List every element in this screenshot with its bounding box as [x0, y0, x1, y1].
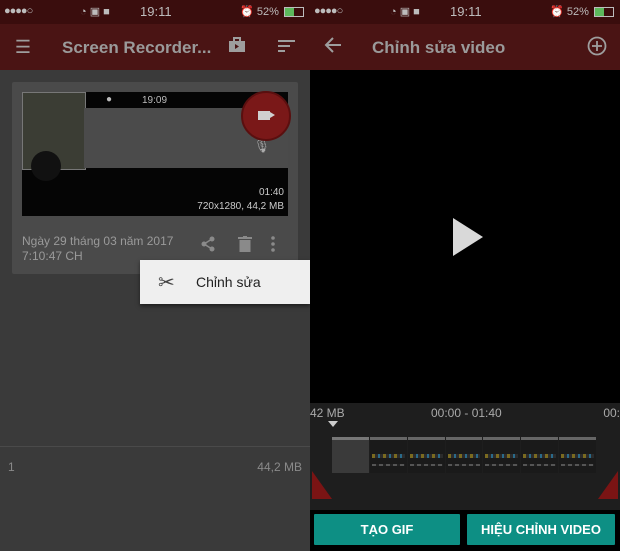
battery-status: ⏰ 52% — [550, 5, 614, 18]
trim-end-handle[interactable] — [598, 471, 618, 499]
hamburger-icon[interactable]: ☰ — [12, 36, 34, 58]
timeline-frame — [445, 437, 483, 473]
status-time: 19:11 — [140, 4, 172, 19]
signal-indicator: ●●●●○ — [314, 5, 343, 17]
status-bar: ●●●●○ ◔ ▣ ■ 19:11 ⏰ 52% — [310, 0, 620, 24]
camera-preview — [22, 92, 86, 181]
signal-indicator: ●●●●○ — [4, 5, 33, 17]
video-duration: 01:40 — [258, 187, 284, 198]
timeline-size: 42 MB — [310, 406, 345, 420]
timeline-range: 00:00 - 01:40 — [431, 406, 502, 420]
edit-title: Chỉnh sửa video — [372, 38, 506, 57]
play-icon[interactable] — [453, 218, 483, 256]
status-time: 19:11 — [450, 4, 482, 19]
wifi-icon: ◔ ▣ ■ — [80, 6, 110, 18]
delete-icon[interactable] — [238, 236, 252, 256]
trim-start-handle[interactable] — [312, 471, 332, 499]
status-bar: ●●●●○ ◔ ▣ ■ 19:11 ⏰ 52% — [0, 0, 310, 24]
action-bar: TẠO GIF HIỆU CHỈNH VIDEO — [310, 510, 620, 551]
playhead-marker[interactable] — [328, 421, 338, 427]
battery-icon — [284, 7, 304, 18]
add-circle-icon[interactable] — [586, 36, 608, 58]
record-button[interactable] — [241, 91, 291, 141]
share-icon[interactable] — [200, 236, 216, 256]
timeline-frame — [521, 437, 559, 473]
alarm-icon: ⏰ — [550, 6, 564, 18]
total-size: 44,2 MB — [257, 460, 302, 474]
timeline-frame — [407, 437, 445, 473]
battery-percent: 52% — [256, 6, 279, 18]
sort-icon[interactable] — [276, 36, 298, 58]
timeline-frame — [332, 437, 369, 473]
battery-percent: 52% — [566, 6, 589, 18]
video-resolution-size: 720x1280, 44,2 MB — [197, 201, 284, 212]
recordings-screen: ●●●●○ ◔ ▣ ■ 19:11 ⏰ 52% ☰ Screen Recorde… — [0, 0, 310, 551]
battery-status: ⏰ 52% — [240, 5, 304, 18]
more-options-icon[interactable] — [270, 236, 276, 256]
timeline-frame — [559, 437, 597, 473]
recording-date-line: Ngày 29 tháng 03 năm 2017 — [22, 234, 174, 248]
thumb-time: 19:09 — [142, 95, 168, 106]
briefcase-icon[interactable] — [226, 36, 248, 58]
context-menu: ✂ Chỉnh sửa — [140, 260, 310, 304]
recording-count: 1 — [8, 460, 15, 474]
create-gif-button[interactable]: TẠO GIF — [314, 514, 460, 545]
video-player[interactable] — [310, 70, 620, 403]
battery-icon — [594, 7, 614, 18]
thumb-record-dot-icon: ● — [106, 94, 113, 105]
video-camera-icon — [258, 111, 275, 120]
edit-toolbar: Chỉnh sửa video — [310, 24, 620, 70]
edit-video-button[interactable]: HIỆU CHỈNH VIDEO — [467, 514, 615, 545]
timeline-right-label: 00: — [603, 406, 620, 420]
timeline-frame — [369, 437, 407, 473]
app-title: Screen Recorder... — [62, 38, 212, 57]
back-arrow-icon[interactable] — [322, 36, 344, 58]
app-toolbar: ☰ Screen Recorder... — [0, 24, 310, 70]
edit-video-screen: ●●●●○ ◔ ▣ ■ 19:11 ⏰ 52% Chỉnh sửa video … — [310, 0, 620, 551]
scissors-icon: ✂ — [158, 272, 175, 294]
recording-card[interactable]: ● 19:09 🎙 01:40 720x1280, 44,2 MB Ngày 2… — [12, 82, 298, 274]
wifi-icon: ◔ ▣ ■ — [390, 6, 420, 18]
frame-strip[interactable] — [332, 437, 597, 473]
video-timeline: 42 MB 00:00 - 01:40 00: — [310, 403, 620, 510]
footer-divider — [0, 446, 310, 447]
timeline-frame — [483, 437, 521, 473]
alarm-icon: ⏰ — [240, 6, 254, 18]
edit-menu-item[interactable]: Chỉnh sửa — [196, 274, 261, 290]
